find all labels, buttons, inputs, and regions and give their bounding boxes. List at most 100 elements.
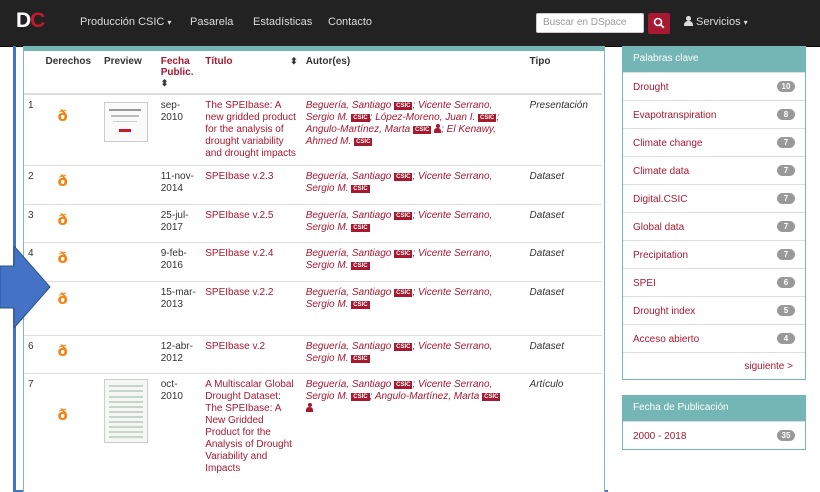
- fecha-cell: 11-nov-2014: [156, 165, 202, 205]
- title-link[interactable]: SPEIbase v.2.3: [201, 165, 302, 205]
- sort-icon: ⬍: [160, 78, 169, 88]
- open-access-icon[interactable]: ð: [57, 408, 96, 423]
- open-access-cell: ð: [41, 165, 100, 205]
- csic-badge-icon: CSIC: [394, 102, 413, 110]
- author-link[interactable]: Beguería, Santiago: [306, 379, 392, 390]
- tipo-cell: Artículo: [525, 373, 602, 484]
- csic-badge-icon: CSIC: [354, 138, 373, 146]
- preview-cell: [99, 242, 157, 282]
- col-titulo-label: Título: [205, 56, 233, 67]
- col-tipo: Tipo: [525, 52, 602, 95]
- search-input[interactable]: Buscar en DSpace: [536, 13, 644, 33]
- row-number: 6: [24, 335, 42, 374]
- author-link[interactable]: Beguería, Santiago: [306, 171, 392, 182]
- sort-icon: ⬍: [290, 56, 298, 66]
- open-access-icon[interactable]: ð: [57, 292, 96, 307]
- person-icon: [434, 124, 442, 133]
- facet-item-drought-index[interactable]: Drought index 5: [623, 296, 805, 324]
- table-header-row: Derechos Preview Fecha Public. ⬍ Título ⬍ …: [24, 52, 602, 95]
- col-titulo-sort[interactable]: Título ⬍: [201, 52, 302, 95]
- logo-letter-c: C: [30, 9, 45, 32]
- preview-thumbnail[interactable]: [103, 102, 148, 142]
- table-row: 7 ð oct-2010 A Multiscalar Global Drough…: [24, 373, 602, 484]
- nav-produccion-csic[interactable]: Producción CSIC ▾: [80, 16, 171, 28]
- tipo-cell: Dataset: [525, 165, 602, 205]
- title-link[interactable]: A Multiscalar Global Drought Dataset: Th…: [201, 373, 302, 484]
- open-access-icon[interactable]: ð: [57, 109, 96, 124]
- open-access-icon[interactable]: ð: [57, 344, 96, 359]
- open-access-cell: ð: [41, 335, 100, 374]
- csic-badge-icon: CSIC: [394, 173, 413, 181]
- facet-item-spei[interactable]: SPEI 6: [623, 268, 805, 296]
- preview-cell: [99, 204, 157, 243]
- preview-cell: [99, 165, 157, 205]
- author-link[interactable]: López-Moreno, Juan I.: [375, 112, 475, 123]
- facet-item-acceso-abierto[interactable]: Acceso abierto 4: [623, 324, 805, 352]
- digital-csic-logo[interactable]: DC: [16, 9, 45, 33]
- table-row: 5 ð 15-mar-2013 SPEIbase v.2.2 Beguería,…: [24, 281, 602, 336]
- fecha-cell: sep-2010: [156, 93, 202, 166]
- col-fecha-label: Fecha Public.: [160, 56, 194, 78]
- facet-item-label: Drought: [633, 82, 669, 93]
- authors-cell: Beguería, Santiago CSIC; Vicente Serrano…: [301, 204, 526, 243]
- author-link[interactable]: Beguería, Santiago: [306, 210, 392, 221]
- logo-letter-d: D: [16, 9, 31, 32]
- open-access-cell: ð: [41, 373, 100, 484]
- facet-item-label: Digital.CSIC: [633, 194, 688, 205]
- csic-badge-icon: CSIC: [351, 185, 370, 193]
- open-access-icon[interactable]: ð: [57, 174, 96, 189]
- col-fecha-sort[interactable]: Fecha Public. ⬍: [156, 52, 202, 95]
- author-link[interactable]: Angulo-Martínez, Marta: [306, 124, 411, 135]
- count-badge: 8: [777, 109, 795, 120]
- facet-item-climate-change[interactable]: Climate change 7: [623, 128, 805, 156]
- nav-pasarela[interactable]: Pasarela: [190, 16, 233, 28]
- author-link[interactable]: Beguería, Santiago: [306, 287, 392, 298]
- fecha-cell: 25-jul-2017: [156, 204, 202, 243]
- author-link[interactable]: Beguería, Santiago: [306, 341, 392, 352]
- facet-item-label: Climate change: [633, 138, 703, 149]
- col-autores: Autor(es): [301, 52, 526, 95]
- count-badge: 7: [777, 165, 795, 176]
- date-facet: Fecha de Publicación 2000 - 2018 35: [622, 395, 806, 450]
- csic-badge-icon: CSIC: [394, 289, 413, 297]
- facet-item-climate-data[interactable]: Climate data 7: [623, 156, 805, 184]
- row-number: 7: [24, 373, 42, 484]
- open-access-icon[interactable]: ð: [57, 251, 96, 266]
- nav-estadisticas[interactable]: Estadísticas: [253, 16, 312, 28]
- preview-cell: [99, 335, 157, 374]
- title-link[interactable]: SPEIbase v.2: [201, 335, 302, 374]
- services-menu[interactable]: Servicios ▾: [684, 16, 748, 28]
- title-link[interactable]: SPEIbase v.2.5: [201, 204, 302, 243]
- facet-item-drought[interactable]: Drought 10: [623, 72, 805, 100]
- author-link[interactable]: Beguería, Santiago: [306, 248, 392, 259]
- authors-cell: Beguería, Santiago CSIC; Vicente Serrano…: [301, 373, 526, 484]
- csic-badge-icon: CSIC: [412, 126, 432, 134]
- results-table: Derechos Preview Fecha Public. ⬍ Título ⬍ …: [24, 52, 602, 484]
- author-link[interactable]: Beguería, Santiago: [306, 100, 392, 111]
- services-label: Servicios: [696, 16, 741, 28]
- search-button[interactable]: [648, 13, 670, 34]
- preview-thumbnail[interactable]: [103, 379, 148, 443]
- fecha-cell: 9-feb-2016: [156, 242, 202, 282]
- open-access-icon[interactable]: ð: [57, 213, 96, 228]
- facet-item-digital-csic[interactable]: Digital.CSIC 7: [623, 184, 805, 212]
- table-row: 1 ð sep-2010 The SPEIbase: A new gridded…: [24, 93, 602, 166]
- facet-item-evapotranspiration[interactable]: Evapotranspiration 8: [623, 100, 805, 128]
- facet-item-date-range[interactable]: 2000 - 2018 35: [623, 421, 805, 449]
- author-link[interactable]: Angulo-Martínez, Marta: [375, 391, 480, 402]
- col-preview: Preview: [99, 52, 157, 95]
- authors-cell: Beguería, Santiago CSIC; Vicente Serrano…: [301, 165, 526, 205]
- table-row: 3 ð 25-jul-2017 SPEIbase v.2.5 Beguería,…: [24, 204, 602, 243]
- facet-item-global-data[interactable]: Global data 7: [623, 212, 805, 240]
- count-badge: 7: [777, 249, 795, 260]
- csic-badge-icon: CSIC: [482, 393, 501, 401]
- facet-item-label: 2000 - 2018: [633, 431, 687, 442]
- facet-item-precipitation[interactable]: Precipitation 7: [623, 240, 805, 268]
- nav-contacto[interactable]: Contacto: [328, 16, 372, 28]
- facet-pagination: siguiente >: [623, 352, 805, 379]
- chevron-down-icon: ▾: [743, 18, 748, 27]
- title-link[interactable]: SPEIbase v.2.2: [201, 281, 302, 336]
- title-link[interactable]: The SPEIbase: A new gridded product for …: [201, 93, 302, 166]
- title-link[interactable]: SPEIbase v.2.4: [201, 242, 302, 282]
- next-page-link[interactable]: siguiente >: [744, 361, 793, 372]
